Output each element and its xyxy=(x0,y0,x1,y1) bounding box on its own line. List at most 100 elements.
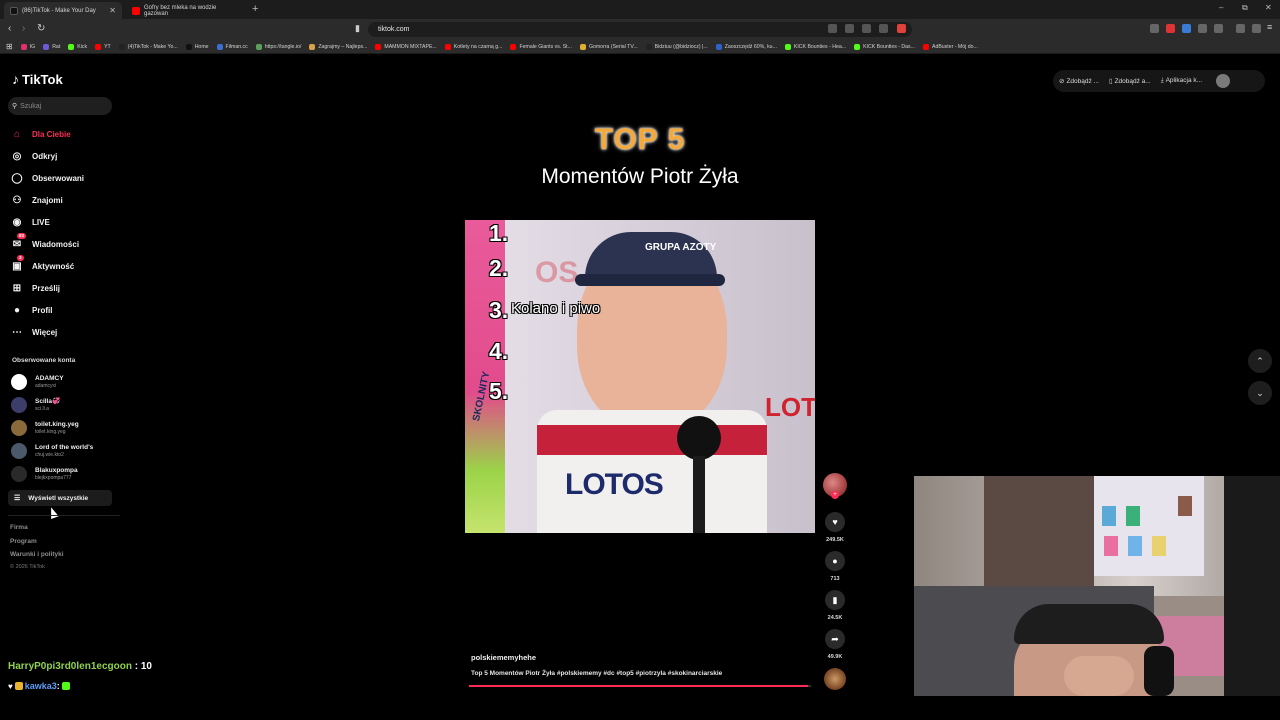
bookmark-item[interactable]: Filman.cc xyxy=(216,43,248,50)
followed-account[interactable]: ADAMCY adamcyxi xyxy=(11,374,64,390)
nav-item-prześlij[interactable]: ⊞ Prześlij xyxy=(10,281,60,295)
bookmark-label: (4)TikTok - Make Yo... xyxy=(127,43,178,50)
bookmark-label: KICK Bounties - Hea... xyxy=(793,43,847,50)
chat-username[interactable]: kawka3 xyxy=(25,681,57,691)
bookmark-item[interactable]: (4)TikTok - Make Yo... xyxy=(118,43,178,50)
screenshot-icon[interactable] xyxy=(862,24,871,33)
bookmark-item[interactable]: Gomorra (Serial TV... xyxy=(579,43,638,50)
nav-item-odkryj[interactable]: ◎ Odkryj xyxy=(10,149,58,163)
nav-item-obserwowani[interactable]: ◯ Obserwowani xyxy=(10,171,84,185)
bookmark-item[interactable]: Rat xyxy=(43,43,60,50)
followed-account[interactable]: Lord of the world's chuj.wie.kto2 xyxy=(11,443,93,459)
tiktok-logo[interactable]: ♪ TikTok xyxy=(12,71,63,87)
account-name: toilet.king.yeg xyxy=(35,421,79,428)
avatar xyxy=(11,443,27,459)
footer-link-terms[interactable]: Warunki i polityki xyxy=(10,551,64,558)
sidebar-divider xyxy=(8,515,120,516)
bookmark-item[interactable]: YT xyxy=(95,43,111,50)
nav-item-znajomi[interactable]: ⚇ Znajomi xyxy=(10,193,63,207)
nav-label: LIVE xyxy=(32,217,50,227)
kick-emote-icon xyxy=(61,682,70,690)
bookmark-item[interactable]: https://tangle.io/ xyxy=(255,43,301,50)
get-coins-button[interactable]: ⊘ Zdobądź ... xyxy=(1059,77,1099,85)
sidebar-toggle-icon[interactable] xyxy=(1214,24,1223,33)
save-button[interactable]: ▮ xyxy=(825,590,845,610)
bookmark-icon[interactable]: ▮ xyxy=(355,23,360,34)
nav-item-więcej[interactable]: ⋯ Więcej xyxy=(10,325,57,339)
webcam-dark-edge xyxy=(1224,476,1280,696)
avatar xyxy=(11,397,27,413)
chat-username[interactable]: HarryP0pi3rd0len1ecgoon xyxy=(8,661,132,672)
video-author[interactable]: polskiememyhehe xyxy=(471,653,536,662)
extension-record-icon[interactable] xyxy=(1166,24,1175,33)
bookmark-item[interactable]: Kick xyxy=(68,43,87,50)
followed-account[interactable]: toilet.king.yeg toilet.king.yeg xyxy=(11,420,79,436)
previous-video-button[interactable]: ⌃ xyxy=(1248,349,1272,373)
search-input[interactable]: ⚲ Szukaj xyxy=(8,97,112,115)
reload-icon[interactable]: ↻ xyxy=(37,23,45,34)
bookmark-item[interactable]: Bidziuu (@bidziocz) |... xyxy=(645,43,708,50)
share-button[interactable]: ➦ xyxy=(825,629,845,649)
bookmark-item[interactable]: IG xyxy=(20,43,35,50)
footer-link-program[interactable]: Program xyxy=(10,538,37,545)
extension-blue-icon[interactable] xyxy=(1182,24,1191,33)
nav-item-aktywność[interactable]: ▣ 3 Aktywność xyxy=(10,255,74,273)
minimize-icon[interactable]: – xyxy=(1219,3,1223,12)
followed-account[interactable]: Scilla💞 sci.ll.a xyxy=(11,397,60,413)
like-button[interactable]: ♥ xyxy=(825,512,845,532)
search-icon: ⚲ xyxy=(12,103,18,110)
bookmark-item[interactable]: KICK Bounties - Das... xyxy=(854,43,915,50)
bookmark-item[interactable]: Kotlety na czarną g... xyxy=(444,43,502,50)
desktop-app-button[interactable]: ⤓ Aplikacja k... xyxy=(1161,77,1202,85)
bookmark-item[interactable]: Home xyxy=(185,43,209,50)
get-app-button[interactable]: ▯ Zdobądź a... xyxy=(1109,77,1151,85)
footer-link-firma[interactable]: Firma xyxy=(10,524,28,531)
forward-icon[interactable]: › xyxy=(22,23,25,34)
apps-icon[interactable]: ⊞ xyxy=(6,42,13,51)
followed-account[interactable]: Blakuxpompa blejkxpompa777 xyxy=(11,466,78,482)
bib-sponsor: LOTOS xyxy=(565,468,664,501)
bookmark-item[interactable]: KICK Bounties - Hea... xyxy=(784,43,847,50)
wallet-icon[interactable] xyxy=(1252,24,1261,33)
restore-icon[interactable]: ⧉ xyxy=(1242,3,1248,13)
video-player[interactable]: OS SKOLNITY GRUPA AZOTY LOTOS LOT 1. 2. … xyxy=(465,220,815,533)
chat-separator: : xyxy=(131,661,141,672)
tab-label: (86)TikTok - Make Your Day xyxy=(22,7,96,14)
translate-icon[interactable] xyxy=(845,24,854,33)
comment-button[interactable]: ● xyxy=(825,551,845,571)
bookmark-item[interactable]: MAMMON MIXTAPE... xyxy=(375,43,437,50)
new-tab-icon[interactable]: + xyxy=(252,3,258,15)
account-name: Lord of the world's xyxy=(35,444,94,451)
bookmark-label: Home xyxy=(194,43,209,50)
music-disc-icon[interactable] xyxy=(824,668,846,690)
next-video-button[interactable]: ⌄ xyxy=(1248,381,1272,405)
nav-item-dla-ciebie[interactable]: ⌂ Dla Ciebie xyxy=(10,127,71,141)
back-icon[interactable]: ‹ xyxy=(8,23,11,34)
bookmark-favicon-icon xyxy=(375,43,382,50)
mute-icon[interactable] xyxy=(828,24,837,33)
nav-label: Odkryj xyxy=(32,151,58,161)
extensions-puzzle-icon[interactable] xyxy=(1198,24,1207,33)
bookmark-item[interactable]: AdBuster - Mój do... xyxy=(922,43,978,50)
nav-item-wiadomości[interactable]: ✉ 83 Wiadomości xyxy=(10,233,79,251)
nav-item-live[interactable]: ◉ LIVE xyxy=(10,215,50,229)
profile-avatar[interactable] xyxy=(1216,74,1231,88)
tab-tiktok[interactable]: (86)TikTok - Make Your Day ✕ xyxy=(4,2,122,19)
backdrop-sponsor: LOT xyxy=(765,392,815,422)
bookmark-item[interactable]: Female Giants vs. St... xyxy=(510,43,572,50)
tab-gofry[interactable]: Gofry bez mleka na wodzie gazowan xyxy=(126,2,248,19)
menu-icon[interactable]: ≡ xyxy=(1267,22,1276,32)
rank-3: 3. xyxy=(489,297,509,323)
bookmark-item[interactable]: Zagrajmy – Najleps... xyxy=(309,43,367,50)
nav-item-profil[interactable]: ● Profil xyxy=(10,303,52,317)
bookmark-item[interactable]: Zaoszczędź 60%, ku... xyxy=(715,43,777,50)
show-all-button[interactable]: ☰ Wyświetl wszystkie xyxy=(8,490,112,506)
extension-icon[interactable] xyxy=(1150,24,1159,33)
close-tab-icon[interactable]: ✕ xyxy=(109,6,116,15)
window-close-icon[interactable]: ✕ xyxy=(1265,3,1272,12)
follow-plus-icon[interactable]: + xyxy=(831,491,839,499)
brave-shield-icon[interactable] xyxy=(897,24,906,33)
share-icon[interactable] xyxy=(879,24,888,33)
media-icon[interactable] xyxy=(1236,24,1245,33)
video-progress-bar[interactable] xyxy=(469,685,811,687)
